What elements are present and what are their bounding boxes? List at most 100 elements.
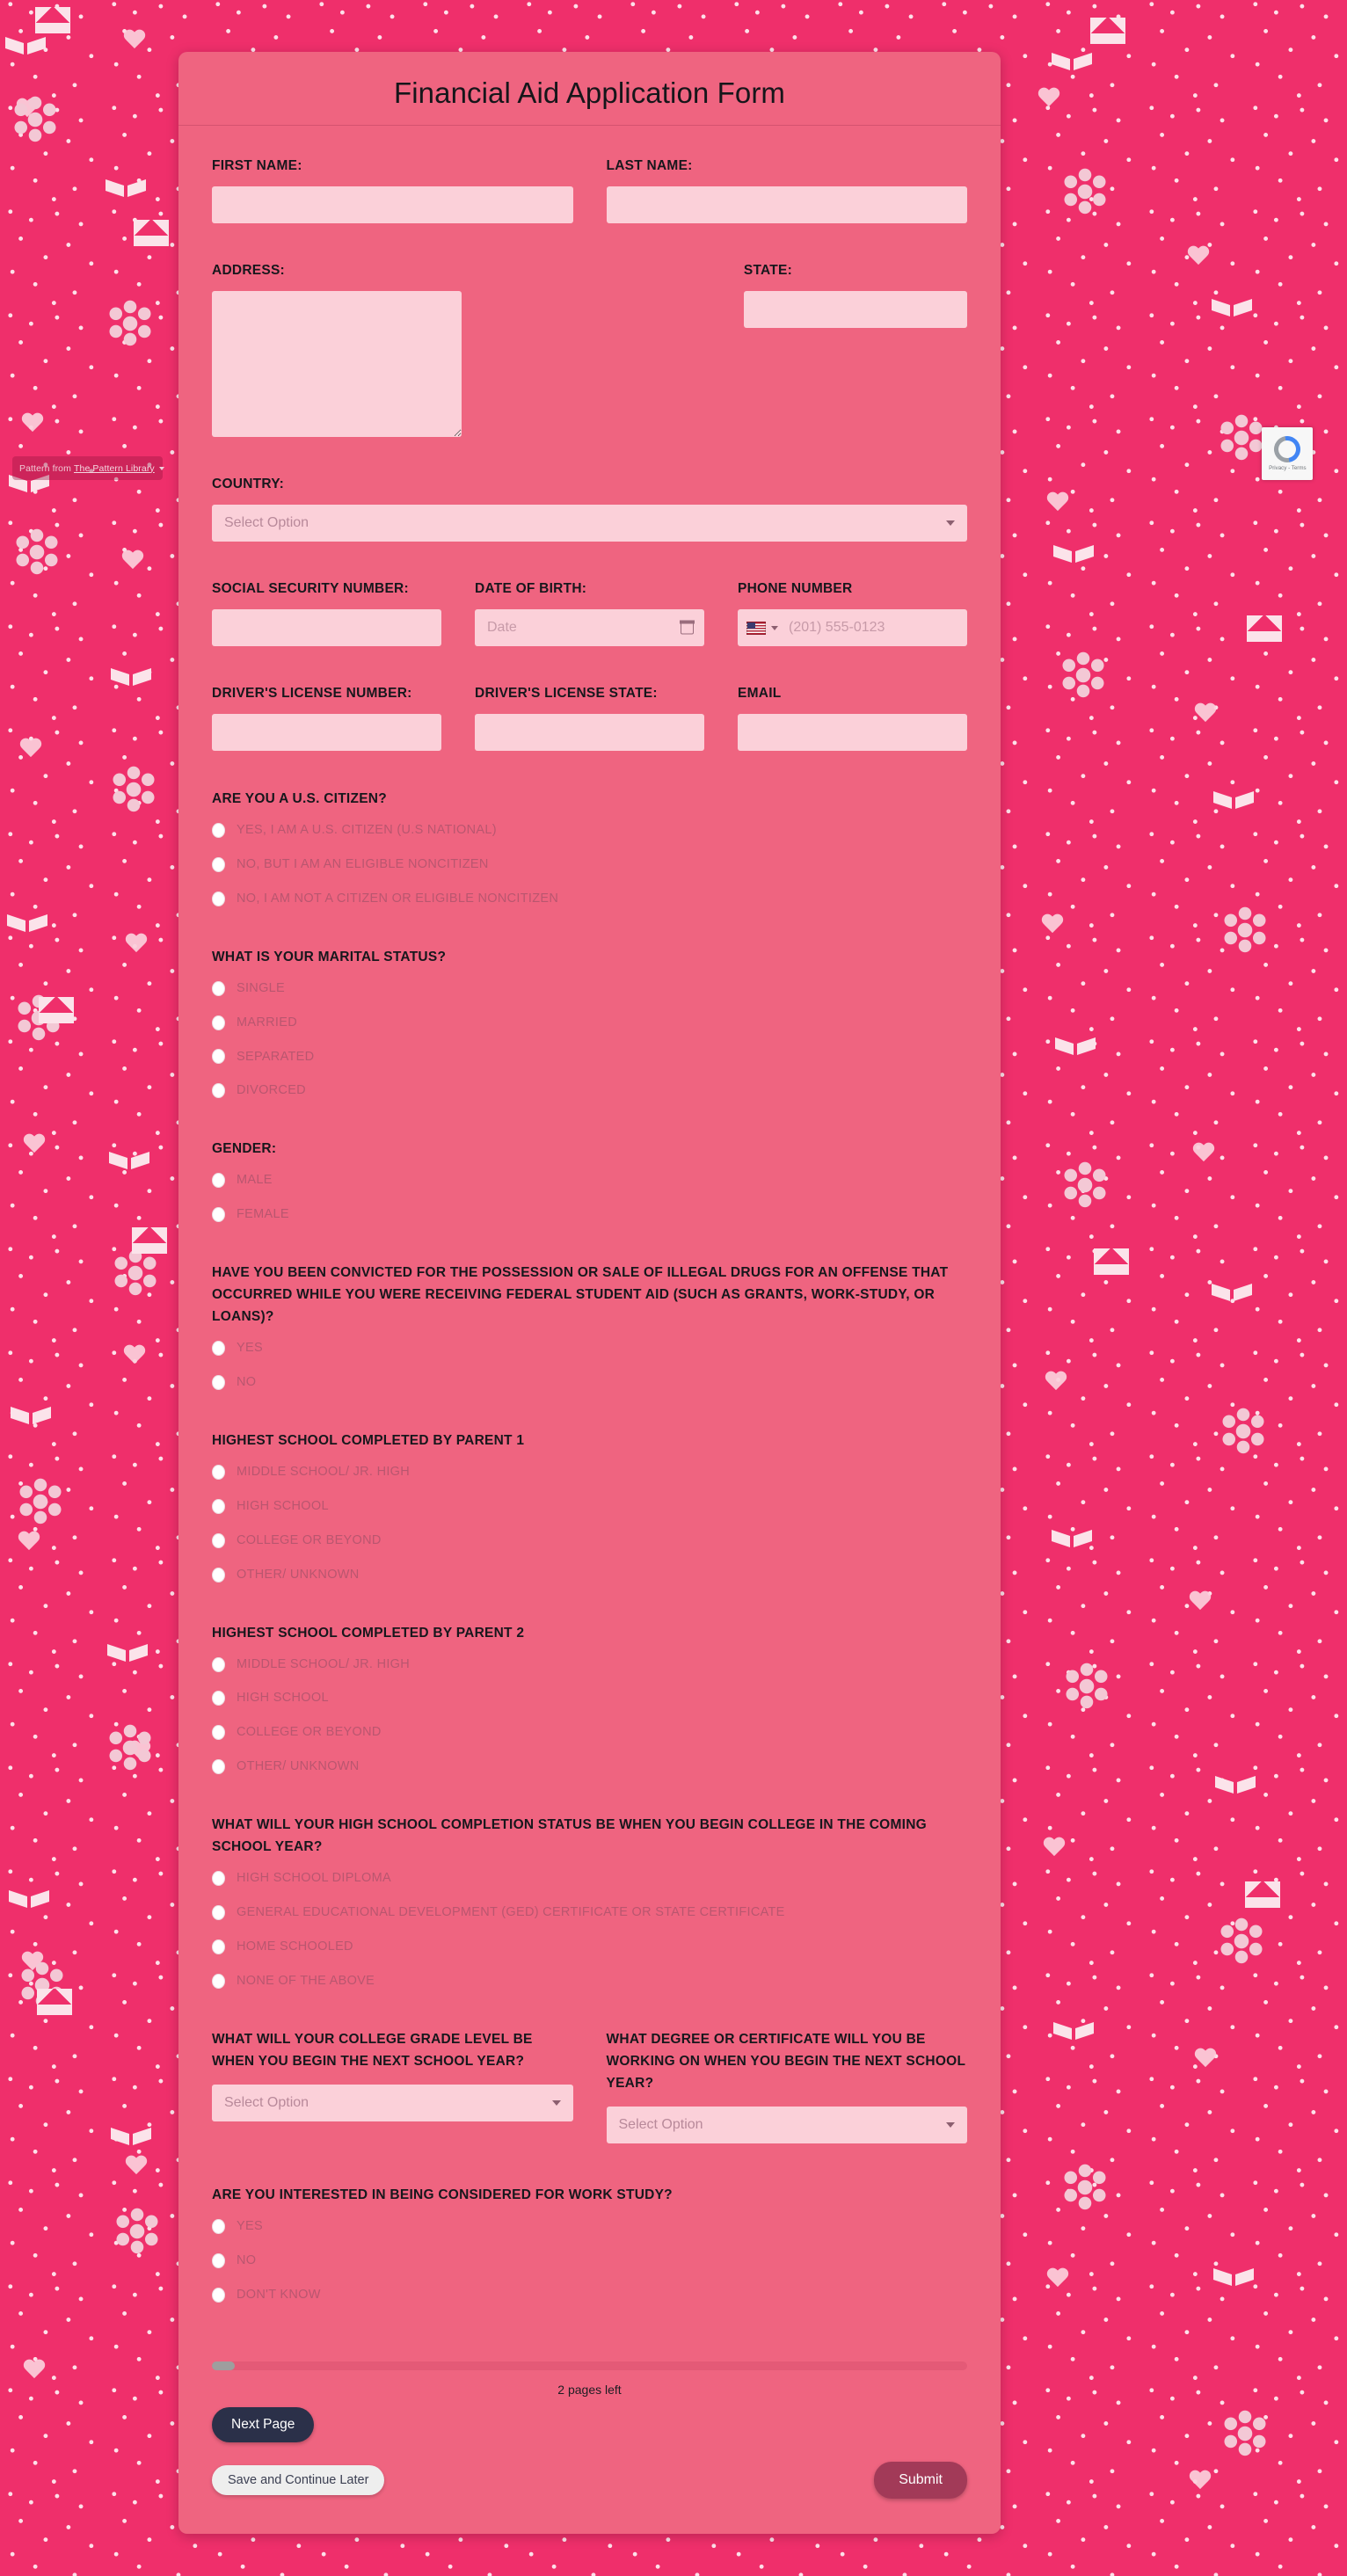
page-title: Financial Aid Application Form [393, 76, 786, 109]
chevron-down-icon[interactable] [158, 466, 164, 470]
state-input[interactable] [743, 291, 967, 329]
radio-option[interactable]: HIGH SCHOOL [212, 1498, 967, 1515]
radio-option[interactable]: MIDDLE SCHOOL/ JR. HIGH [212, 1464, 967, 1481]
radio-option[interactable]: YES [212, 1340, 967, 1357]
dl-number-input[interactable] [212, 714, 441, 752]
radio-option[interactable]: FEMALE [212, 1206, 967, 1223]
form-footer: 2 pages left Next Page Save and Continue… [178, 2342, 1001, 2499]
save-and-continue-later-button[interactable]: Save and Continue Later [212, 2464, 385, 2495]
question-block-citizen: ARE YOU A U.S. CITIZEN? YES, I AM A U.S. … [212, 788, 967, 907]
phone-label: PHONE NUMBER [738, 581, 853, 597]
radio-option[interactable]: HOME SCHOOLED [212, 1939, 967, 1955]
radio-option[interactable]: SINGLE [212, 980, 967, 997]
radio-option[interactable]: OTHER/ UNKNOWN [212, 1567, 967, 1583]
chevron-down-icon[interactable] [946, 520, 955, 527]
radio-option[interactable]: NO [212, 1374, 967, 1391]
next-page-button[interactable]: Next Page [212, 2406, 315, 2442]
radio-button-icon[interactable] [212, 891, 225, 906]
radio-option[interactable]: MIDDLE SCHOOL/ JR. HIGH [212, 1656, 967, 1673]
radio-button-icon[interactable] [212, 1532, 225, 1548]
radio-button-icon[interactable] [212, 1759, 225, 1775]
recaptcha-badge[interactable]: Privacy - Terms [1262, 427, 1313, 480]
name-row: FIRST NAME: LAST NAME: [212, 156, 967, 224]
radio-group-marital-status: SINGLE MARRIED SEPARATED DIVORCED [212, 980, 967, 1099]
dob-input[interactable] [475, 609, 704, 647]
address-row: ADDRESS: STATE: [212, 260, 967, 438]
radio-option-label: MIDDLE SCHOOL/ JR. HIGH [237, 1465, 411, 1480]
grade-level-group: WHAT WILL YOUR COLLEGE GRADE LEVEL BE WH… [212, 2028, 573, 2143]
email-input[interactable] [738, 714, 967, 752]
grade-level-select[interactable]: Select Option [212, 2084, 573, 2121]
radio-button-icon[interactable] [212, 2218, 225, 2234]
radio-option[interactable]: DIVORCED [212, 1082, 967, 1099]
radio-button-icon[interactable] [212, 1498, 225, 1514]
radio-option[interactable]: MALE [212, 1172, 967, 1189]
pattern-credit-prefix: Pattern from [19, 462, 71, 474]
radio-option[interactable]: NO, BUT I AM AN ELIGIBLE NONCITIZEN [212, 856, 967, 873]
phone-placeholder: (201) 555-0123 [789, 620, 885, 636]
radio-option[interactable]: SEPARATED [212, 1049, 967, 1066]
progress-bar[interactable] [212, 2361, 967, 2370]
radio-button-icon[interactable] [212, 1973, 225, 1989]
radio-button-icon[interactable] [212, 1567, 225, 1583]
radio-button-icon[interactable] [212, 2287, 225, 2303]
dl-state-input[interactable] [475, 714, 704, 752]
country-select[interactable]: Select Option [212, 505, 967, 542]
radio-button-icon[interactable] [212, 1656, 225, 1672]
radio-button-icon[interactable] [212, 1691, 225, 1706]
radio-button-icon[interactable] [212, 1173, 225, 1189]
radio-option[interactable]: OTHER/ UNKNOWN [212, 1758, 967, 1775]
radio-option[interactable]: YES [212, 2218, 967, 2235]
question-label-work-study: ARE YOU INTERESTED IN BEING CONSIDERED F… [212, 2187, 673, 2202]
radio-option[interactable]: HIGH SCHOOL DIPLOMA [212, 1870, 967, 1887]
address-textarea[interactable] [212, 291, 462, 438]
chevron-down-icon[interactable] [551, 2099, 561, 2106]
radio-option[interactable]: YES, I AM A U.S. CITIZEN (U.S NATIONAL) [212, 822, 967, 839]
radio-button-icon[interactable] [212, 1083, 225, 1099]
pattern-library-link[interactable]: The Pattern Library [74, 463, 155, 474]
radio-button-icon[interactable] [212, 823, 225, 839]
radio-button-icon[interactable] [212, 980, 225, 996]
ssn-label: SOCIAL SECURITY NUMBER: [212, 581, 409, 597]
radio-option[interactable]: NONE OF THE ABOVE [212, 1973, 967, 1990]
radio-button-icon[interactable] [212, 1939, 225, 1954]
radio-button-icon[interactable] [212, 1465, 225, 1481]
submit-button[interactable]: Submit [874, 2461, 967, 2499]
question-label-gender: GENDER: [212, 1141, 277, 1157]
radio-button-icon[interactable] [212, 1725, 225, 1741]
degree-select[interactable]: Select Option [606, 2106, 967, 2143]
radio-button-icon[interactable] [212, 1015, 225, 1030]
radio-button-icon[interactable] [212, 2252, 225, 2268]
radio-option[interactable]: NO [212, 2252, 967, 2269]
calendar-icon[interactable] [680, 620, 695, 635]
state-label: STATE: [743, 263, 793, 279]
radio-button-icon[interactable] [212, 1341, 225, 1357]
questions-section-bottom: ARE YOU INTERESTED IN BEING CONSIDERED F… [212, 2184, 967, 2303]
chevron-down-icon[interactable] [946, 2121, 955, 2128]
radio-option[interactable]: NO, I AM NOT A CITIZEN OR ELIGIBLE NONCI… [212, 891, 967, 907]
question-block-marital-status: WHAT IS YOUR MARITAL STATUS? SINGLE MARRIE… [212, 946, 967, 1099]
phone-input-wrap[interactable]: (201) 555-0123 [738, 609, 967, 647]
chevron-down-icon[interactable] [771, 625, 778, 630]
radio-option-label: DIVORCED [237, 1083, 306, 1098]
us-flag-icon[interactable] [746, 621, 766, 635]
radio-option-label: COLLEGE OR BEYOND [237, 1725, 382, 1740]
radio-button-icon[interactable] [212, 1375, 225, 1391]
ssn-input[interactable] [212, 609, 441, 647]
pattern-credit-ribbon[interactable]: Pattern from The Pattern Library [12, 456, 164, 480]
radio-option[interactable]: HIGH SCHOOL [212, 1690, 967, 1706]
last-name-input[interactable] [606, 186, 967, 224]
radio-button-icon[interactable] [212, 1904, 225, 1920]
dl-state-group: DRIVER'S LICENSE STATE: [475, 683, 704, 752]
radio-button-icon[interactable] [212, 856, 225, 872]
radio-button-icon[interactable] [212, 1871, 225, 1887]
radio-option[interactable]: MARRIED [212, 1015, 967, 1031]
radio-button-icon[interactable] [212, 1207, 225, 1223]
radio-option[interactable]: DON'T KNOW [212, 2287, 967, 2303]
recaptcha-privacy-terms[interactable]: Privacy - Terms [1269, 465, 1306, 471]
first-name-input[interactable] [212, 186, 573, 224]
radio-option[interactable]: COLLEGE OR BEYOND [212, 1532, 967, 1549]
radio-option[interactable]: COLLEGE OR BEYOND [212, 1724, 967, 1741]
radio-option[interactable]: GENERAL EDUCATIONAL DEVELOPMENT (GED) CE… [212, 1904, 967, 1921]
radio-button-icon[interactable] [212, 1049, 225, 1065]
